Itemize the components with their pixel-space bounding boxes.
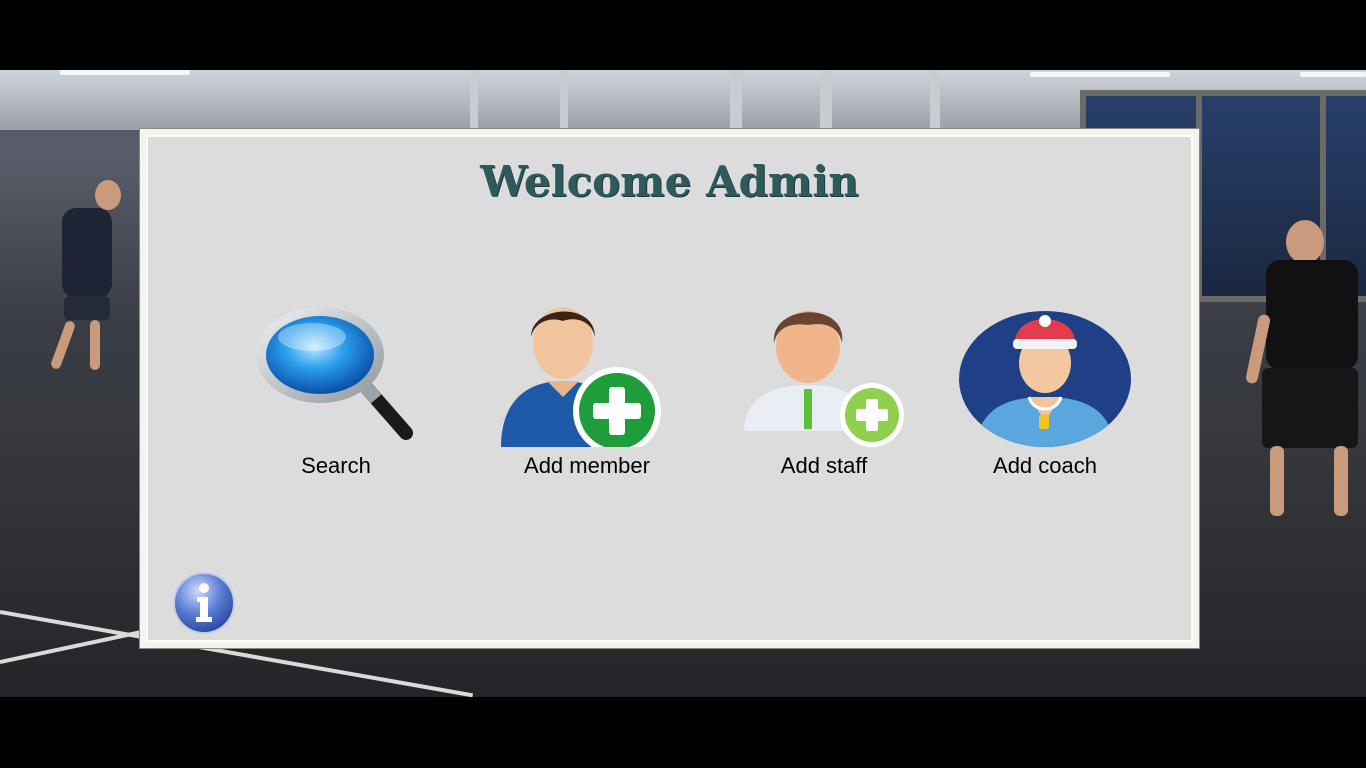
admin-panel: Welcome Admin Search Add member Add staf… [146, 135, 1193, 642]
rack-post [820, 70, 832, 130]
add-member-button[interactable]: Add member [487, 297, 687, 479]
info-button[interactable] [172, 571, 236, 635]
search-button[interactable]: Search [236, 297, 436, 479]
ceiling-light [60, 70, 190, 75]
add-staff-icon [724, 297, 924, 447]
add-coach-label: Add coach [993, 453, 1097, 478]
gym-person-left [49, 180, 130, 390]
gym-person-right [1240, 220, 1366, 550]
ceiling-light [1300, 72, 1366, 77]
add-member-icon [487, 297, 687, 455]
rack-post [930, 70, 940, 130]
rack-post [470, 70, 478, 130]
admin-dialog: Welcome Admin Search Add member Add staf… [139, 128, 1200, 649]
letterbox-bottom [0, 697, 1366, 768]
rack-post [730, 70, 742, 130]
info-icon [173, 572, 235, 634]
page-title: Welcome Admin [480, 157, 859, 206]
add-coach-icon [945, 297, 1145, 447]
letterbox-top [0, 0, 1366, 70]
add-staff-button[interactable]: Add staff [724, 297, 924, 479]
rack-post [560, 70, 568, 130]
add-member-label: Add member [524, 453, 650, 478]
ceiling-light [1030, 72, 1170, 77]
search-label: Search [301, 453, 371, 478]
add-coach-button[interactable]: Add coach [945, 297, 1145, 479]
search-icon [236, 297, 436, 447]
add-staff-label: Add staff [780, 453, 868, 478]
